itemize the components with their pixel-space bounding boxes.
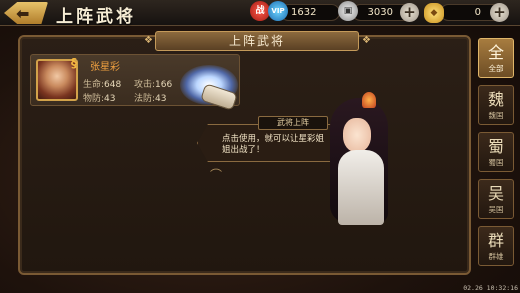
lamp-ornament-icon: ⌒	[210, 168, 223, 182]
banner-ornament-left-icon: ❖	[144, 35, 153, 46]
battle-power-icon: 战	[250, 1, 270, 21]
rank-badge-icon: §	[71, 56, 77, 70]
add-coin-button[interactable]: +	[400, 3, 419, 22]
dialog-title: 武将上阵	[258, 116, 328, 130]
physical-defense-stat: 物防:43	[83, 94, 116, 104]
battle-power-value: 1632	[291, 7, 317, 18]
timestamp: 02.26 10:32:16	[463, 284, 518, 292]
gold-value: 0	[474, 7, 481, 18]
page-title: 上阵武将	[56, 7, 136, 27]
back-arrow-icon: ⬅	[16, 4, 30, 23]
tab-wu[interactable]: 吴吴国	[478, 179, 514, 219]
tab-wei[interactable]: 魏魏国	[478, 85, 514, 125]
panel-banner: 上阵武将	[155, 31, 359, 51]
magic-defense-stat: 法防:43	[134, 94, 167, 104]
battle-power-display: 1632	[280, 4, 340, 21]
tab-all[interactable]: 全全部	[478, 38, 514, 78]
guide-character-body	[338, 150, 384, 225]
tab-shu[interactable]: 蜀蜀国	[478, 132, 514, 172]
tab-qun[interactable]: 群群雄	[478, 226, 514, 266]
banner-ornament-right-icon: ❖	[362, 35, 371, 46]
hair-flower-icon	[362, 92, 376, 108]
attack-stat: 攻击:166	[134, 80, 173, 90]
hp-stat: 生命:648	[83, 80, 122, 90]
back-button[interactable]: ⬅	[4, 2, 48, 24]
gold-ingot-icon: ◆	[424, 3, 444, 23]
top-bar: ⬅ 上阵武将 战 VIP 1632 ▣ 3030 + ◆ 0 +	[0, 0, 520, 27]
add-gold-button[interactable]: +	[490, 3, 509, 22]
coin-value: 3030	[367, 7, 393, 18]
vip-icon: VIP	[268, 1, 288, 21]
dialog-text: 点击使用，就可以让星彩姐姐出战了！	[222, 134, 325, 155]
coin-icon: ▣	[338, 1, 358, 21]
general-name: 张星彩	[90, 62, 120, 73]
guide-character-face	[343, 118, 371, 152]
